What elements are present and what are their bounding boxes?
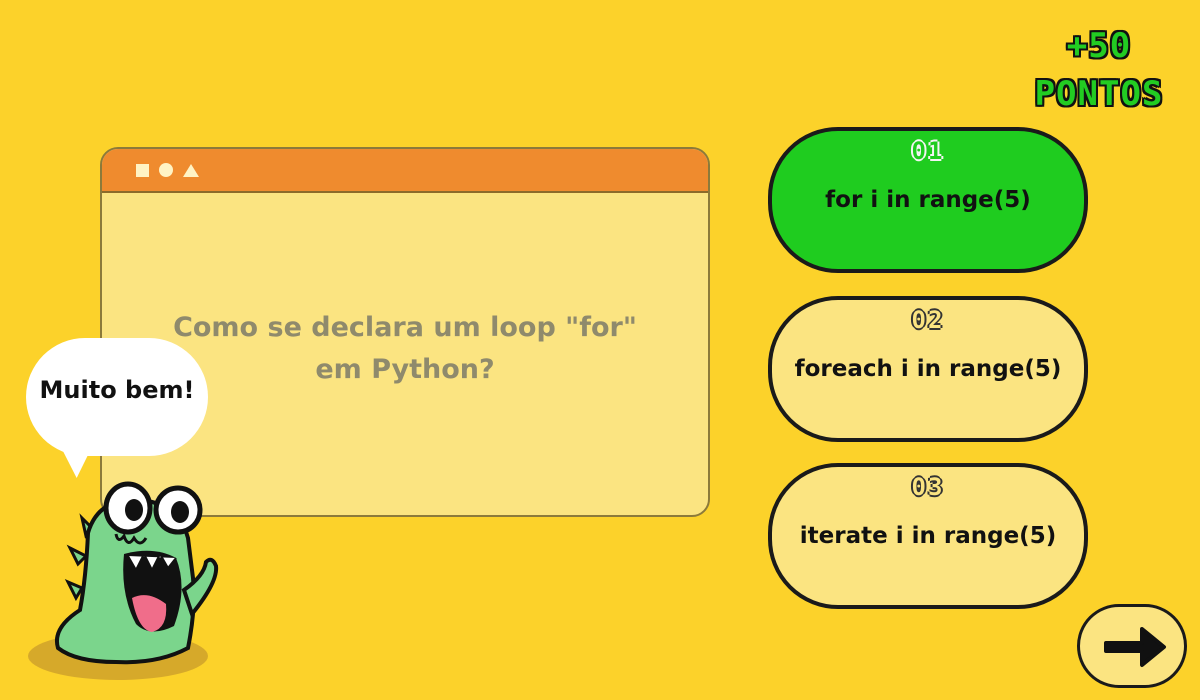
answer-option-3[interactable]: 03 iterate i in range(5) xyxy=(768,463,1088,609)
speech-bubble-tail xyxy=(57,440,101,478)
question-line-1: Como se declara um loop "for" xyxy=(173,312,637,343)
option-label: for i in range(5) xyxy=(825,187,1031,213)
dinosaur-mascot-icon xyxy=(28,481,219,680)
window-title-bar xyxy=(102,149,708,193)
option-label: foreach i in range(5) xyxy=(794,356,1062,382)
speech-text: Muito bem! xyxy=(39,376,195,404)
score-unit: PONTOS xyxy=(1034,74,1164,114)
option-label: iterate i in range(5) xyxy=(799,523,1057,549)
answer-option-1[interactable]: 01 for i in range(5) xyxy=(768,127,1088,273)
question-line-2: em Python? xyxy=(315,354,495,385)
next-button[interactable] xyxy=(1077,604,1187,688)
question-text: Como se declara um loop "for" em Python? xyxy=(142,307,668,391)
option-number: 01 xyxy=(911,137,945,165)
option-number: 03 xyxy=(911,473,945,501)
arrow-right-icon xyxy=(1104,627,1166,667)
question-window: Como se declara um loop "for" em Python? xyxy=(100,147,710,517)
option-number: 02 xyxy=(911,306,945,334)
square-icon xyxy=(136,163,149,177)
score-display: +50 PONTOS xyxy=(1014,22,1184,118)
answer-option-2[interactable]: 02 foreach i in range(5) xyxy=(768,296,1088,442)
circle-icon xyxy=(159,163,173,177)
triangle-icon xyxy=(183,163,199,177)
score-value: +50 xyxy=(1066,26,1132,66)
